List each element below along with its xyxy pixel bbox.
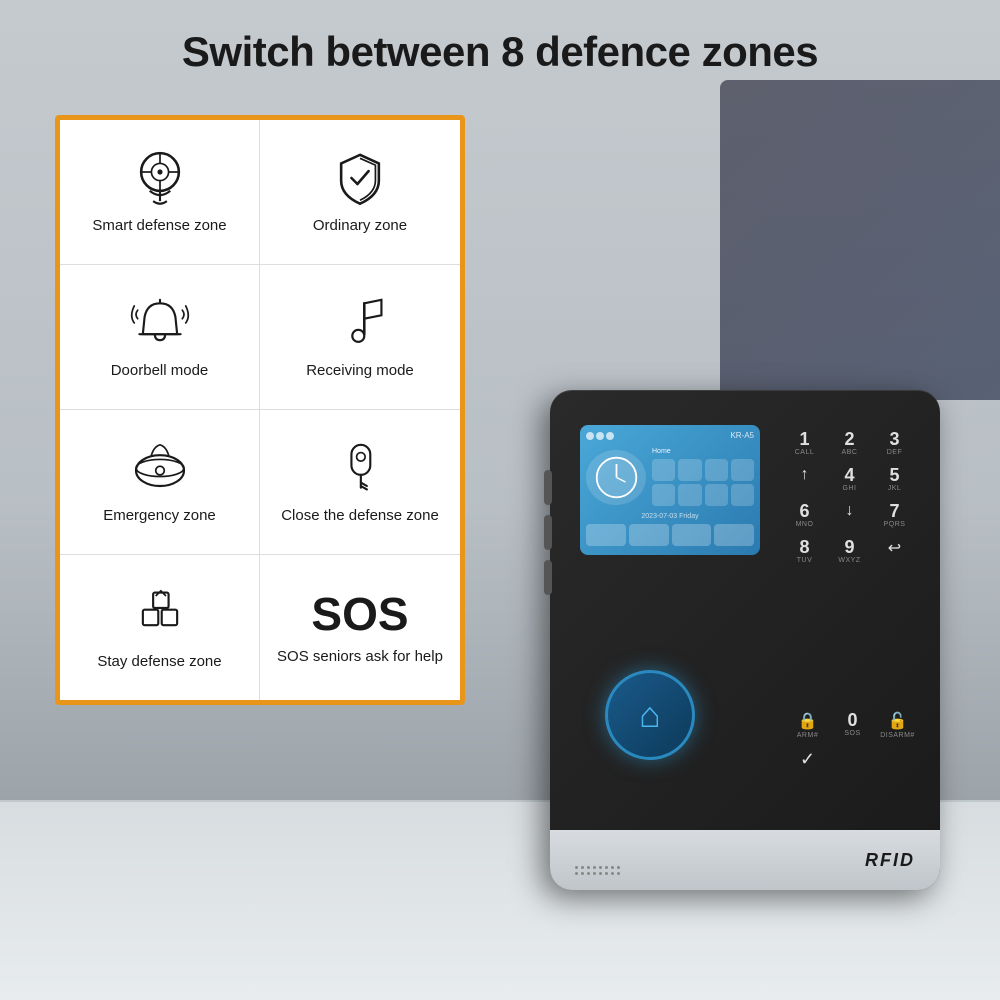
ordinary-zone-label: Ordinary zone	[313, 216, 407, 236]
smoke-detector-icon	[125, 438, 195, 498]
feature-close-defense: Close the defense zone	[260, 410, 460, 555]
side-button-bottom[interactable]	[544, 560, 552, 595]
doorbell-mode-label: Doorbell mode	[111, 361, 209, 381]
screen-clock	[586, 450, 646, 505]
close-defense-label: Close the defense zone	[281, 506, 439, 526]
side-button-mid[interactable]	[544, 515, 552, 550]
key-8[interactable]: 8 TUV	[787, 538, 822, 564]
sos-icon: SOS	[325, 589, 395, 639]
key-4[interactable]: 4 GHI	[832, 466, 867, 492]
feature-receiving-mode: Receiving mode	[260, 265, 460, 410]
receiving-mode-label: Receiving mode	[306, 361, 414, 381]
feature-stay-defense: Stay defense zone	[60, 555, 260, 700]
key-1[interactable]: 1 CALL	[787, 430, 822, 456]
side-button-top[interactable]	[544, 470, 552, 505]
device-body: KR-A5 Home	[550, 390, 940, 890]
key-icon	[325, 438, 395, 498]
page-title: Switch between 8 defence zones	[0, 28, 1000, 76]
feature-grid: Smart defense zone Ordinary zone	[60, 120, 460, 700]
key-3[interactable]: 3 DEF	[877, 430, 912, 456]
shield-icon	[325, 148, 395, 208]
device-keypad: 1 CALL 2 ABC 3 DEF ↑ 4 GHI 5 JKL	[777, 420, 922, 574]
key-arm[interactable]: 🔒 ARM#	[790, 711, 825, 739]
alarm-device: KR-A5 Home	[550, 390, 940, 890]
feature-emergency-zone: Emergency zone	[60, 410, 260, 555]
key-back[interactable]: ↩	[877, 538, 912, 564]
bottom-keypad: 🔒 ARM# 0 SOS 🔓 DISARM# ✓	[780, 701, 925, 780]
rfid-brand-label: RFID	[865, 850, 915, 871]
key-2[interactable]: 2 ABC	[832, 430, 867, 456]
feature-card: Smart defense zone Ordinary zone	[55, 115, 465, 705]
key-9[interactable]: 9 WXYZ	[832, 538, 867, 564]
home-icon: ⌂	[639, 694, 661, 736]
device-bottom-trim: RFID	[550, 830, 940, 890]
feature-smart-defense: Smart defense zone	[60, 120, 260, 265]
home-boxes-icon	[125, 584, 195, 644]
stay-defense-label: Stay defense zone	[97, 652, 221, 672]
key-down[interactable]: ↓	[832, 502, 867, 528]
head-gear-icon	[125, 148, 195, 208]
feature-doorbell-mode: Doorbell mode	[60, 265, 260, 410]
music-note-icon	[325, 293, 395, 353]
key-6[interactable]: 6 MNO	[787, 502, 822, 528]
feature-ordinary-zone: Ordinary zone	[260, 120, 460, 265]
key-7[interactable]: 7 PQRS	[877, 502, 912, 528]
sos-help-label: SOS seniors ask for help	[277, 647, 443, 667]
key-5[interactable]: 5 JKL	[877, 466, 912, 492]
device-screen: KR-A5 Home	[580, 425, 760, 555]
bell-icon	[125, 293, 195, 353]
tv-screen-decoration	[720, 80, 1000, 400]
speaker-dots	[575, 866, 620, 875]
smart-defense-label: Smart defense zone	[92, 216, 226, 236]
feature-sos-help: SOS SOS seniors ask for help	[260, 555, 460, 700]
key-up[interactable]: ↑	[787, 466, 822, 492]
key-disarm[interactable]: 🔓 DISARM#	[880, 711, 915, 739]
key-0[interactable]: 0 SOS	[835, 711, 870, 739]
home-button[interactable]: ⌂	[605, 670, 695, 760]
key-check[interactable]: ✓	[790, 749, 825, 770]
sos-text: SOS	[311, 591, 408, 637]
emergency-zone-label: Emergency zone	[103, 506, 216, 526]
